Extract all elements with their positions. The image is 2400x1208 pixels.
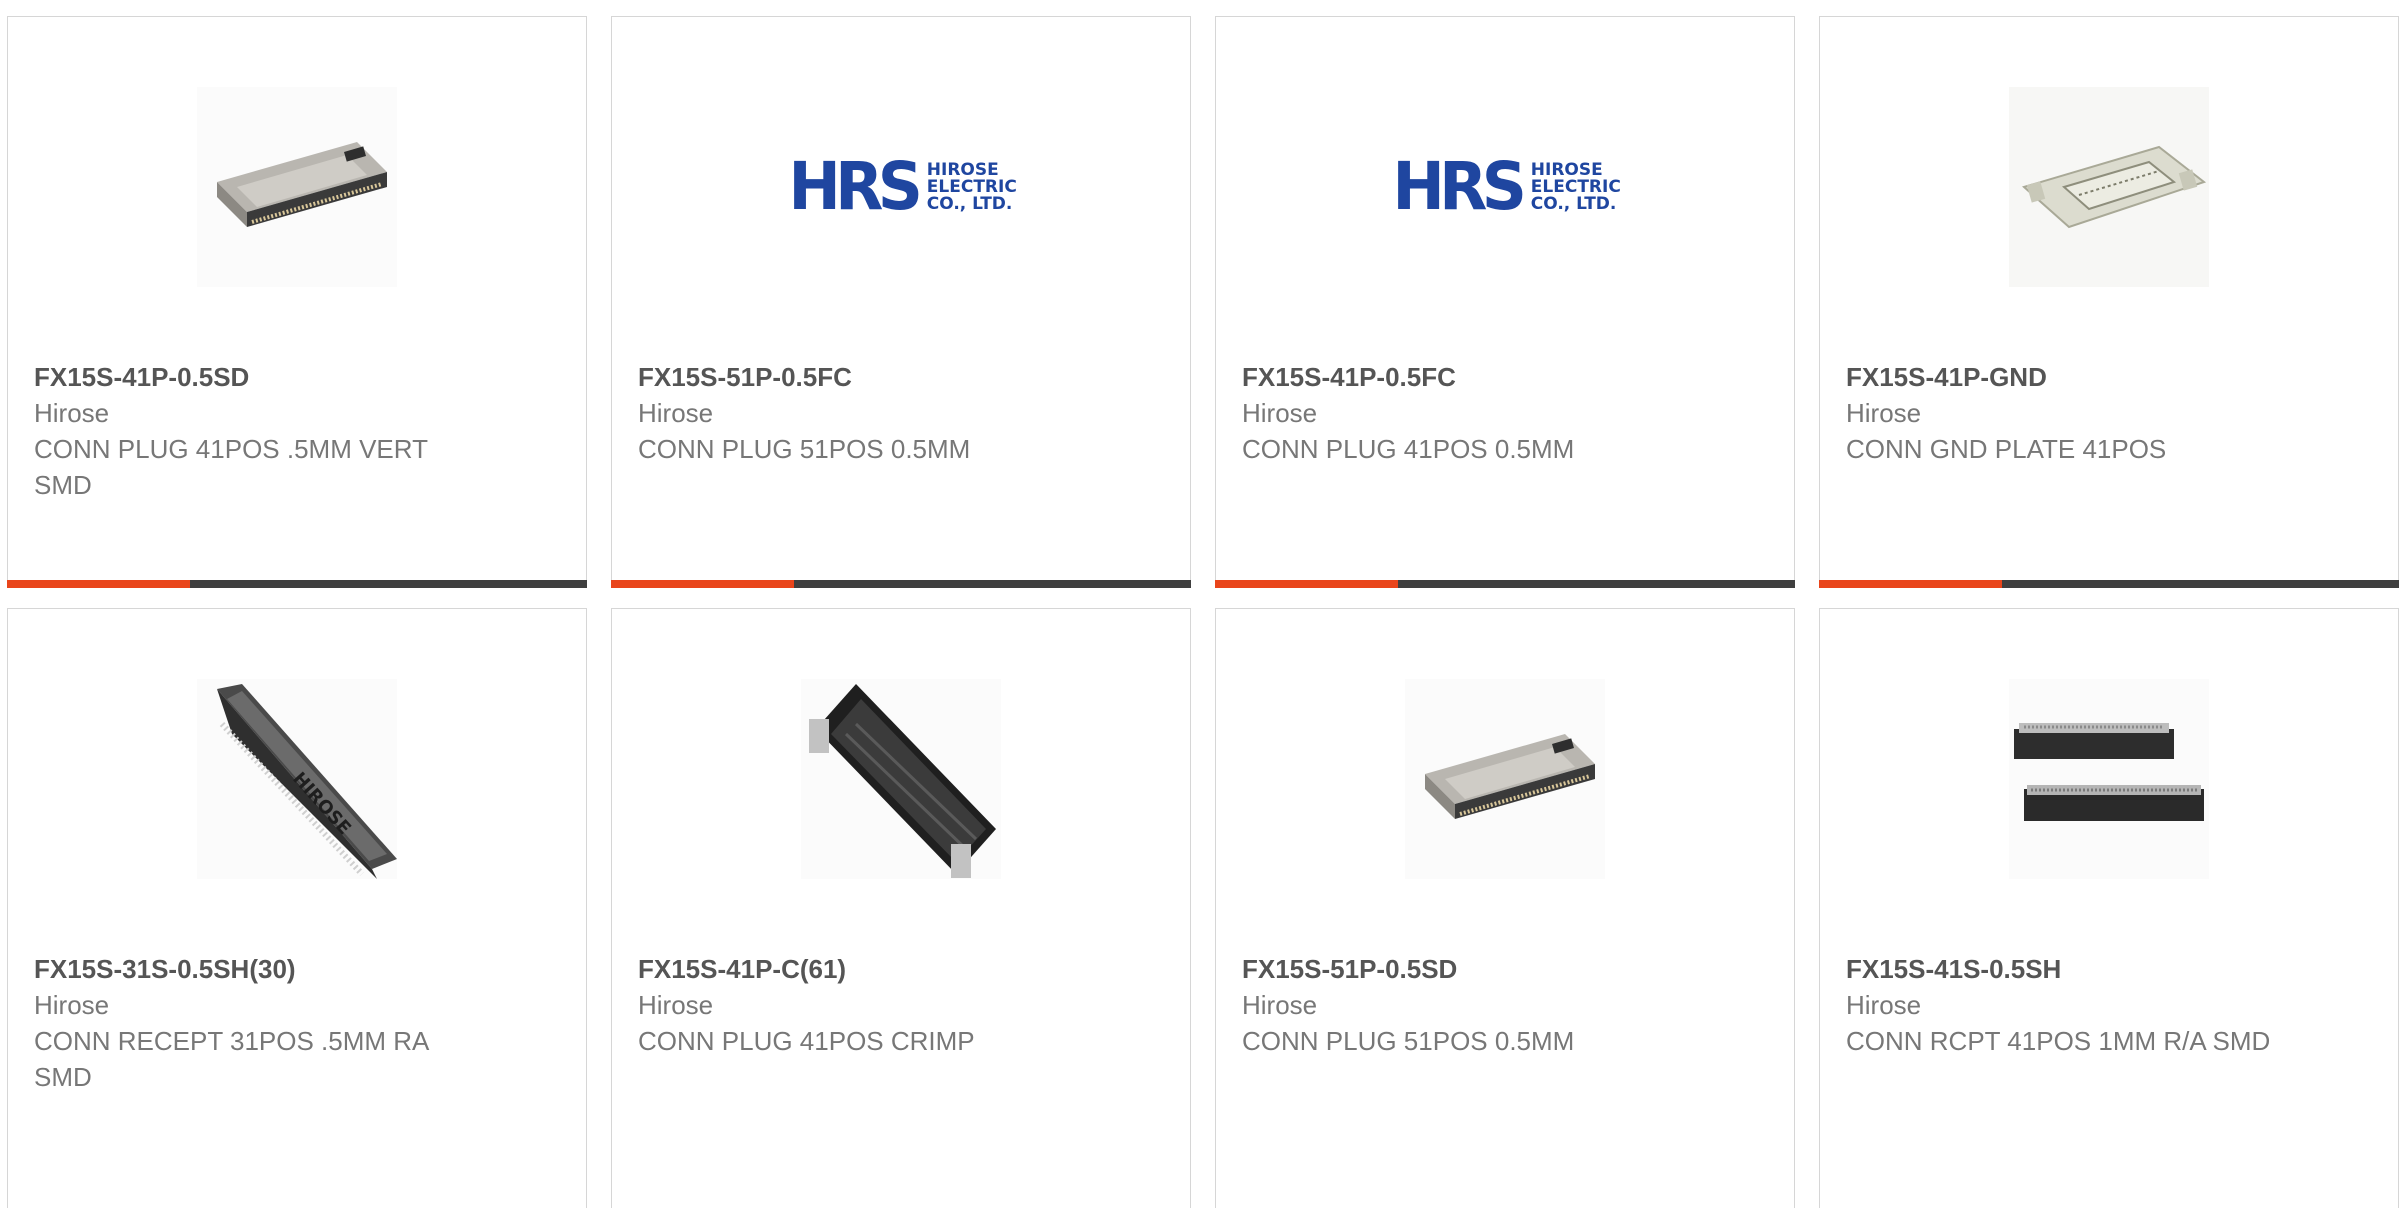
product-card[interactable]: FX15S-41S-0.5SH Hirose CONN RCPT 41POS 1…	[1819, 608, 2399, 1208]
part-number-link[interactable]: FX15S-41P-0.5FC	[1242, 359, 1774, 395]
product-image[interactable]	[1405, 679, 1605, 879]
card-bottom-bar	[1819, 580, 2399, 588]
hrs-logo-icon: HRS HIROSE ELECTRIC CO., LTD.	[1389, 154, 1621, 220]
receptacle-pair-photo	[2009, 679, 2209, 879]
crimp-plug-photo	[801, 679, 1001, 879]
ground-plate-photo	[2009, 87, 2209, 287]
part-number-link[interactable]: FX15S-51P-0.5FC	[638, 359, 1170, 395]
manufacturer: Hirose	[1846, 398, 1922, 428]
product-card[interactable]: HRS HIROSE ELECTRIC CO., LTD. FX15S-51P-…	[611, 16, 1191, 588]
description: CONN PLUG 41POS 0.5MM	[1242, 434, 1575, 464]
receptacle-photo: HIROSE	[197, 679, 397, 879]
product-card[interactable]: HIROSE FX15S-31S-0.5SH(30) Hirose CONN R…	[7, 608, 587, 1208]
description: CONN PLUG 41POS CRIMP	[638, 1026, 975, 1056]
part-number-link[interactable]: FX15S-51P-0.5SD	[1242, 951, 1774, 987]
product-grid: FX15S-41P-0.5SD Hirose CONN PLUG 41POS .…	[7, 16, 2400, 1208]
product-image[interactable]: HIROSE	[197, 679, 397, 879]
description: CONN RECEPT 31POS .5MM RA SMD	[34, 1026, 428, 1092]
manufacturer: Hirose	[34, 398, 110, 428]
manufacturer: Hirose	[1242, 990, 1318, 1020]
description: CONN GND PLATE 41POS	[1846, 434, 2167, 464]
logo-line-3: CO., LTD.	[1530, 193, 1617, 214]
product-image[interactable]: HRS HIROSE ELECTRIC CO., LTD.	[789, 87, 1017, 287]
manufacturer: Hirose	[34, 990, 110, 1020]
logo-mark: HRS	[1392, 148, 1527, 225]
product-card[interactable]: FX15S-41P-0.5SD Hirose CONN PLUG 41POS .…	[7, 16, 587, 588]
product-card[interactable]: FX15S-51P-0.5SD Hirose CONN PLUG 51POS 0…	[1215, 608, 1795, 1208]
description: CONN RCPT 41POS 1MM R/A SMD	[1846, 1026, 2271, 1056]
connector-plug-photo	[1405, 679, 1605, 879]
manufacturer: Hirose	[1242, 398, 1318, 428]
part-number-link[interactable]: FX15S-41S-0.5SH	[1846, 951, 2378, 987]
description: CONN PLUG 51POS 0.5MM	[638, 434, 971, 464]
card-accent-bar	[1819, 580, 2002, 588]
connector-plug-photo	[197, 87, 397, 287]
logo-line-2: ELECTRIC	[1530, 176, 1621, 197]
card-accent-bar	[7, 580, 190, 588]
product-card[interactable]: HRS HIROSE ELECTRIC CO., LTD. FX15S-41P-…	[1215, 16, 1795, 588]
product-image[interactable]: HRS HIROSE ELECTRIC CO., LTD.	[1393, 87, 1621, 287]
logo-text: HIROSE ELECTRIC CO., LTD.	[1530, 159, 1621, 214]
manufacturer: Hirose	[638, 398, 714, 428]
card-bottom-bar	[7, 580, 587, 588]
product-image[interactable]	[2009, 87, 2209, 287]
part-number-link[interactable]: FX15S-41P-C(61)	[638, 951, 1170, 987]
logo-line-2: ELECTRIC	[926, 176, 1017, 197]
hrs-logo-icon: HRS HIROSE ELECTRIC CO., LTD.	[785, 154, 1017, 220]
card-bottom-bar	[611, 580, 1191, 588]
card-bottom-bar	[1215, 580, 1795, 588]
logo-mark: HRS	[788, 148, 923, 225]
part-number-link[interactable]: FX15S-41P-0.5SD	[34, 359, 566, 395]
manufacturer: Hirose	[638, 990, 714, 1020]
part-number-link[interactable]: FX15S-31S-0.5SH(30)	[34, 951, 566, 987]
logo-text: HIROSE ELECTRIC CO., LTD.	[926, 159, 1017, 214]
card-accent-bar	[1215, 580, 1398, 588]
manufacturer: Hirose	[1846, 990, 1922, 1020]
product-card[interactable]: FX15S-41P-C(61) Hirose CONN PLUG 41POS C…	[611, 608, 1191, 1208]
part-number-link[interactable]: FX15S-41P-GND	[1846, 359, 2378, 395]
logo-line-1: HIROSE	[1530, 159, 1603, 180]
card-accent-bar	[611, 580, 794, 588]
product-image[interactable]	[801, 679, 1001, 879]
description: CONN PLUG 51POS 0.5MM	[1242, 1026, 1575, 1056]
product-image[interactable]	[2009, 679, 2209, 879]
product-card[interactable]: FX15S-41P-GND Hirose CONN GND PLATE 41PO…	[1819, 16, 2399, 588]
logo-line-1: HIROSE	[926, 159, 999, 180]
description: CONN PLUG 41POS .5MM VERT SMD	[34, 434, 428, 500]
logo-line-3: CO., LTD.	[926, 193, 1013, 214]
product-image[interactable]	[197, 87, 397, 287]
